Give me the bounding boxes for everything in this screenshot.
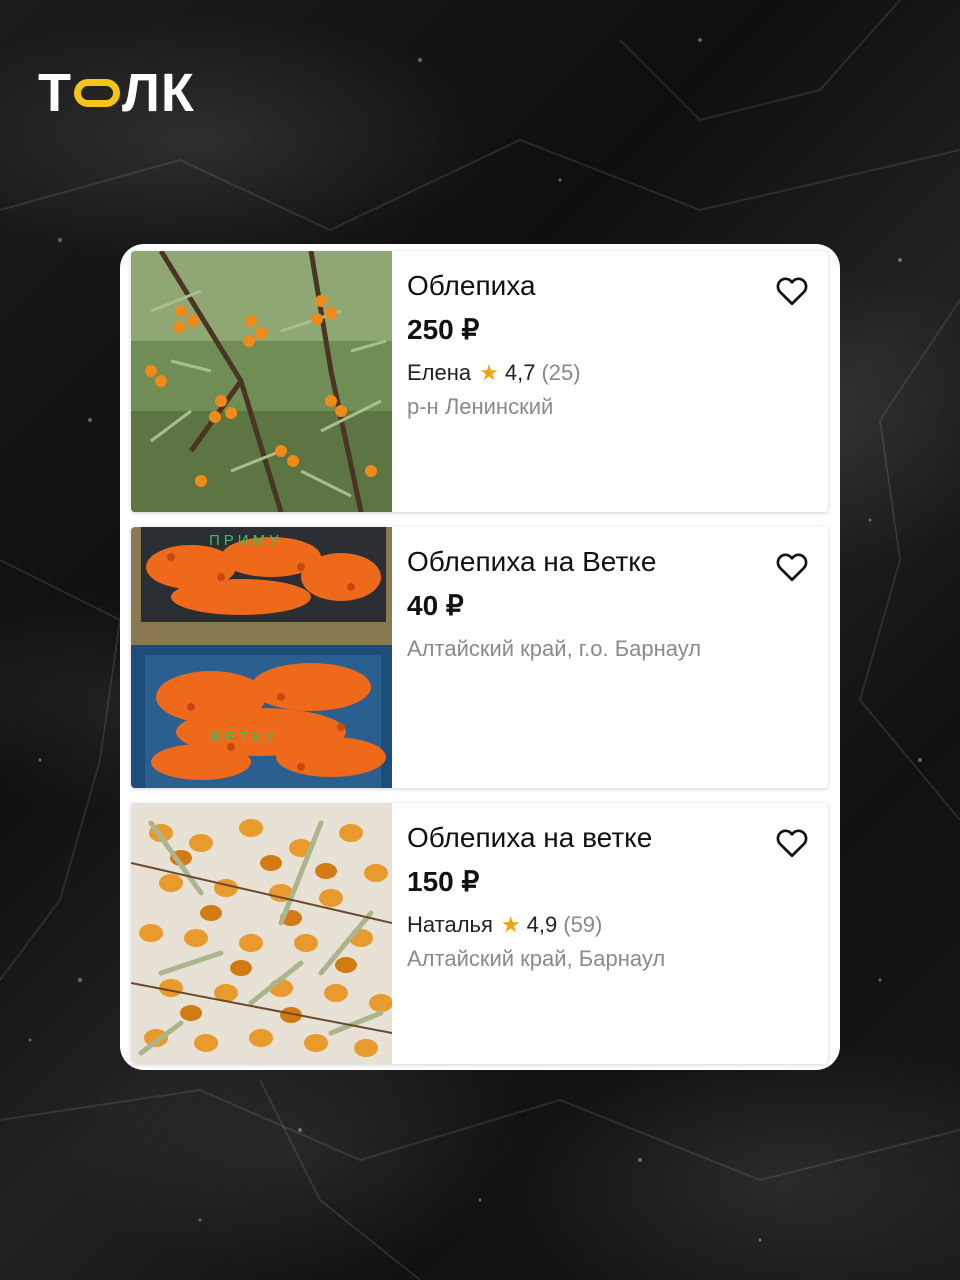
listing-location: р-н Ленинский (407, 394, 554, 420)
listing-location: Алтайский край, г.о. Барнаул (407, 636, 702, 662)
image-caption-bottom: ВЕТКУ (211, 729, 279, 746)
listing-location: Алтайский край, Барнаул (407, 946, 666, 972)
logo-letter: Т (38, 63, 72, 123)
seller-rating: 4,9 (526, 912, 558, 938)
listing-photo[interactable]: ПРИМУ ВЕТКУ (131, 527, 392, 788)
listing-price: 40 ₽ (407, 589, 464, 621)
listing-title[interactable]: Облепиха на ветке (407, 821, 768, 855)
seller-name[interactable]: Елена (407, 360, 471, 386)
seller-name[interactable]: Наталья (407, 912, 493, 938)
listing-info: Облепиха на Ветке 40 ₽ Алтайский край, г… (407, 545, 768, 662)
star-icon: ★ (500, 912, 521, 938)
brand-logo: Т ЛК (38, 66, 195, 120)
seller-row: Наталья ★ 4,9 (59) (407, 912, 768, 938)
logo-o-mark (74, 79, 120, 107)
listing-card-panel: Облепиха 250 ₽ Елена ★ 4,7 (25) р-н Лени… (120, 244, 840, 1070)
review-count: (25) (541, 360, 581, 386)
listing-info: Облепиха на ветке 150 ₽ Наталья ★ 4,9 (5… (407, 821, 768, 972)
listing-info: Облепиха 250 ₽ Елена ★ 4,7 (25) р-н Лени… (407, 269, 768, 420)
image-caption-top: ПРИМУ (209, 532, 283, 549)
listing-price: 250 ₽ (407, 313, 480, 345)
listing-price: 150 ₽ (407, 865, 480, 897)
seller-row: Елена ★ 4,7 (25) (407, 360, 768, 386)
logo-letters: ЛК (122, 63, 195, 123)
listing-title[interactable]: Облепиха на Ветке (407, 545, 768, 579)
listing-title[interactable]: Облепиха (407, 269, 768, 303)
heart-outline-icon[interactable] (774, 273, 810, 309)
listing-item[interactable]: Облепиха на ветке 150 ₽ Наталья ★ 4,9 (5… (131, 803, 828, 1064)
listing-item[interactable]: Облепиха 250 ₽ Елена ★ 4,7 (25) р-н Лени… (131, 251, 828, 512)
listing-photo[interactable] (131, 803, 392, 1064)
seller-rating: 4,7 (504, 360, 536, 386)
heart-outline-icon[interactable] (774, 549, 810, 585)
listing-photo[interactable] (131, 251, 392, 512)
listing-item[interactable]: ПРИМУ ВЕТКУ Облепиха на Ветке 40 ₽ Алтай… (131, 527, 828, 788)
star-icon: ★ (479, 360, 499, 386)
heart-outline-icon[interactable] (774, 825, 810, 861)
review-count: (59) (563, 912, 603, 938)
